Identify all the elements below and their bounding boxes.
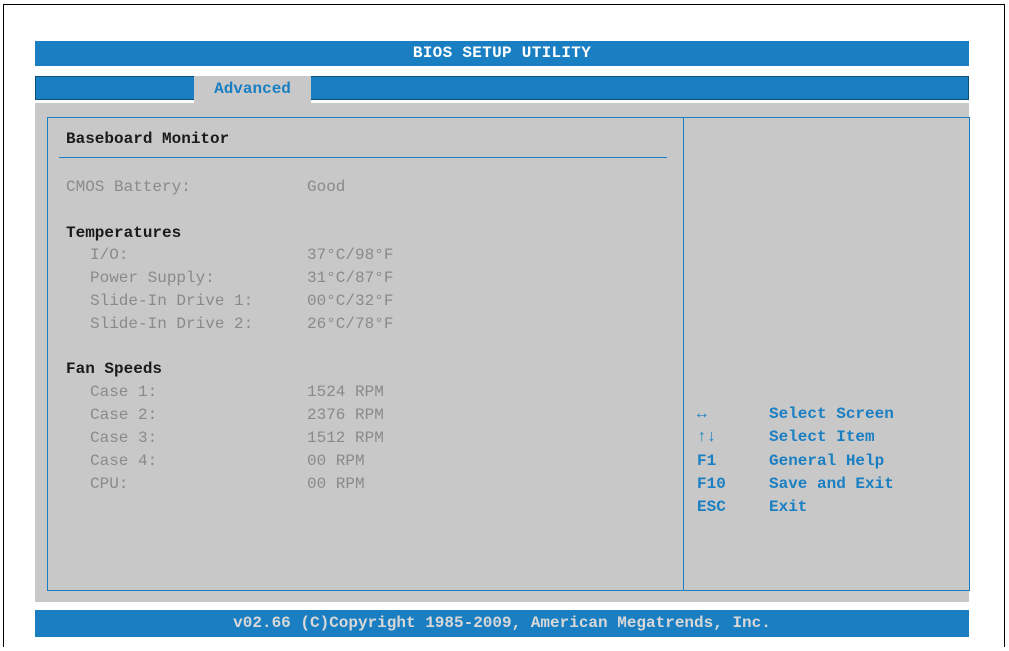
fan-case-1-label: Case 1: xyxy=(90,383,158,401)
temp-slide-in-drive-2-label: Slide-In Drive 2: xyxy=(90,315,254,333)
temp-power-supply-value: 31°C/87°F xyxy=(307,269,394,287)
fan-case-2-label: Case 2: xyxy=(90,406,158,424)
help-key-esc: ESC xyxy=(697,498,726,516)
fan-case-4-value: 00 RPM xyxy=(307,452,365,470)
fan-cpu-value: 00 RPM xyxy=(307,475,365,493)
fan-case-2-value: 2376 RPM xyxy=(307,406,384,424)
help-select-screen: Select Screen xyxy=(769,405,894,423)
section-title: Baseboard Monitor xyxy=(66,130,230,148)
tab-advanced[interactable]: Advanced xyxy=(194,76,311,103)
temp-io-value: 37°C/98°F xyxy=(307,246,394,264)
bios-title-bar: BIOS SETUP UTILITY xyxy=(35,41,969,66)
help-select-item: Select Item xyxy=(769,428,875,446)
temp-slide-in-drive-1-value: 00°C/32°F xyxy=(307,292,394,310)
tab-bar xyxy=(35,76,969,100)
help-general-help: General Help xyxy=(769,452,885,470)
temp-io-label: I/O: xyxy=(90,246,129,264)
help-pane xyxy=(683,117,970,591)
cmos-battery-label: CMOS Battery: xyxy=(66,178,191,196)
fan-case-3-label: Case 3: xyxy=(90,429,158,447)
help-exit: Exit xyxy=(769,498,808,516)
up-down-arrow-icon: ↑↓ xyxy=(697,428,717,446)
fan-cpu-label: CPU: xyxy=(90,475,129,493)
help-save-and-exit: Save and Exit xyxy=(769,475,894,493)
help-key-f1: F1 xyxy=(697,452,717,470)
cmos-battery-value: Good xyxy=(307,178,346,196)
help-key-f10: F10 xyxy=(697,475,726,493)
section-divider xyxy=(59,157,667,158)
fan-speeds-heading: Fan Speeds xyxy=(66,360,163,378)
temp-slide-in-drive-2-value: 26°C/78°F xyxy=(307,315,394,333)
fan-case-4-label: Case 4: xyxy=(90,452,158,470)
temp-slide-in-drive-1-label: Slide-In Drive 1: xyxy=(90,292,254,310)
temp-power-supply-label: Power Supply: xyxy=(90,269,215,287)
copyright-footer: v02.66 (C)Copyright 1985-2009, American … xyxy=(35,610,969,637)
fan-case-1-value: 1524 RPM xyxy=(307,383,384,401)
fan-case-3-value: 1512 RPM xyxy=(307,429,384,447)
left-right-arrow-icon: ↔ xyxy=(697,405,707,423)
temperatures-heading: Temperatures xyxy=(66,224,182,242)
